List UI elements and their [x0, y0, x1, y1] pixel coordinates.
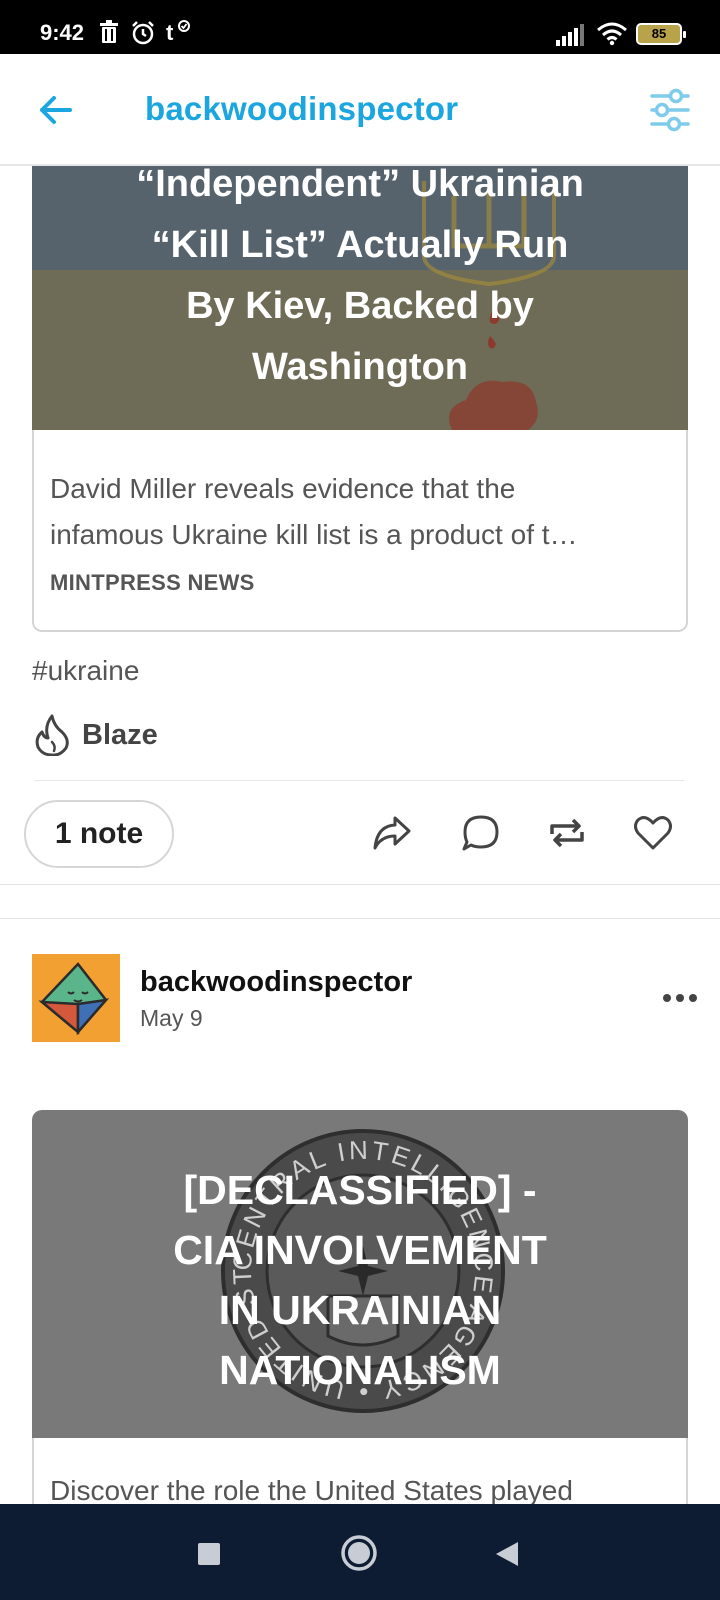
status-time: 9:42: [40, 20, 85, 45]
headline-line: CIA INVOLVEMENT: [173, 1227, 547, 1273]
sliders-icon[interactable]: [650, 88, 690, 132]
post-image-headline: “Independent” Ukrainian “Kill List” Actu…: [32, 166, 688, 398]
notes-count-button[interactable]: 1 note: [24, 800, 174, 868]
post-image[interactable]: “Independent” Ukrainian “Kill List” Actu…: [32, 166, 688, 430]
alarm-icon: [132, 21, 154, 45]
svg-text:t: t: [166, 20, 174, 44]
headline-line: Washington: [252, 346, 468, 388]
link-card-description: David Miller reveals evidence that the i…: [50, 466, 670, 558]
app-bar: backwoodinspector: [0, 54, 720, 166]
post-tag[interactable]: #ukraine: [32, 655, 139, 687]
more-options-icon[interactable]: [662, 992, 698, 1004]
link-card[interactable]: David Miller reveals evidence that the i…: [32, 430, 688, 632]
headline-line: [DECLASSIFIED] -: [183, 1167, 537, 1213]
page-title: backwoodinspector: [145, 90, 459, 127]
headline-line: NATIONALISM: [219, 1347, 501, 1393]
headline-line: IN UKRAINIAN: [218, 1287, 502, 1333]
headline-line: “Kill List” Actually Run: [151, 224, 569, 266]
home-icon[interactable]: [340, 1534, 378, 1572]
arrow-left-icon[interactable]: [36, 90, 76, 130]
avatar[interactable]: [32, 954, 120, 1042]
post-author[interactable]: backwoodinspector: [140, 966, 412, 999]
status-bar: 9:42 t 85: [0, 0, 720, 54]
octahedron-avatar-icon: [38, 962, 110, 1036]
blaze-button[interactable]: Blaze: [34, 713, 158, 757]
blaze-label: Blaze: [82, 718, 158, 751]
trash-icon: [100, 20, 118, 43]
reply-icon[interactable]: [460, 812, 502, 854]
signal-icon: [556, 24, 584, 46]
back-triangle-icon[interactable]: [494, 1540, 520, 1568]
reblog-icon[interactable]: [546, 812, 588, 854]
link-card-source: MINTPRESS NEWS: [50, 570, 255, 595]
flame-icon: [35, 714, 69, 756]
post-image[interactable]: CENTRAL INTELLIGENCE AGENCY • UNITED STA…: [32, 1110, 688, 1438]
battery-indicator: 85: [636, 23, 686, 45]
recent-apps-icon[interactable]: [197, 1542, 221, 1566]
link-card-description-line: David Miller reveals evidence that the: [50, 473, 516, 504]
post-separator: [0, 918, 720, 919]
headline-line: By Kiev, Backed by: [186, 285, 534, 327]
wifi-icon: [597, 22, 627, 46]
system-nav-bar: [0, 1504, 720, 1600]
divider: [34, 780, 684, 781]
tumblr-notification-icon: t: [166, 20, 190, 44]
like-icon[interactable]: [632, 812, 674, 854]
headline-line: “Independent” Ukrainian: [136, 166, 584, 205]
share-icon[interactable]: [371, 812, 413, 854]
post-date: May 9: [140, 1005, 203, 1031]
post-separator: [0, 884, 720, 885]
post-image-headline: [DECLASSIFIED] - CIA INVOLVEMENT IN UKRA…: [32, 1160, 688, 1400]
link-card-description-line: infamous Ukraine kill list is a product …: [50, 519, 578, 550]
